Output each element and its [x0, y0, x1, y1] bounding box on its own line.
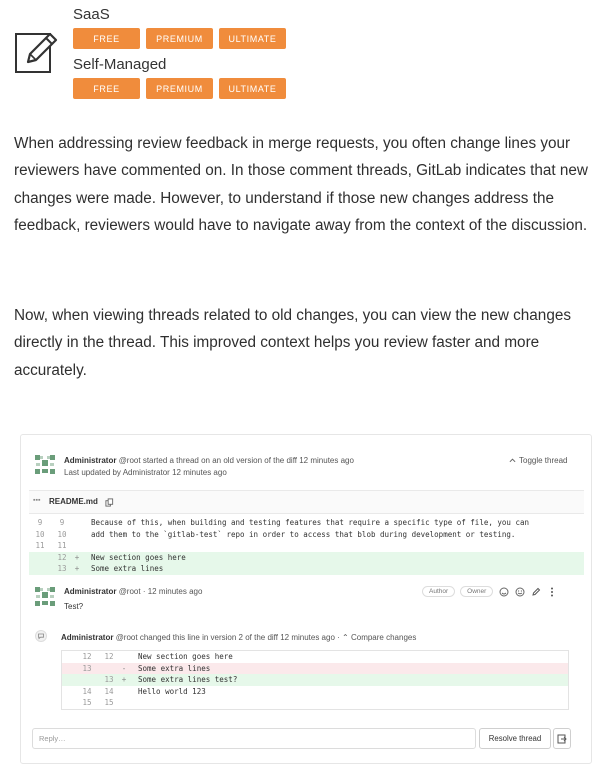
comment-time: · 12 minutes ago [142, 587, 203, 596]
diff-row: 10 10 add them to the `gitlab-test` repo i… [29, 529, 584, 541]
intro-paragraph: When addressing review feedback in merge… [14, 135, 588, 234]
emoji-icon[interactable] [514, 586, 525, 597]
file-name[interactable]: README.md [49, 497, 98, 506]
badge-ultimate[interactable]: ULTIMATE [219, 78, 286, 99]
system-note-author[interactable]: Administrator [61, 633, 113, 642]
comment-author[interactable]: Administrator [64, 587, 116, 596]
diff-code: New section goes here [91, 552, 186, 562]
diff-marker: + [74, 552, 80, 562]
thread-author[interactable]: Administrator [64, 456, 116, 465]
diff-row: 9 9 Because of this, when building and tes… [29, 517, 584, 529]
diff-code: Some extra lines [91, 564, 164, 574]
inner-diff-table: 12 12 New section goes here 13- Some extra l… [61, 650, 569, 710]
thread-screenshot: Administrator @root started a thread on … [20, 434, 592, 764]
diff-code: Hello world 123 [138, 686, 206, 696]
old-line-number[interactable]: 9 [29, 518, 51, 527]
new-line-number[interactable]: 12 [51, 553, 73, 562]
toggle-thread-label: Toggle thread [519, 456, 568, 465]
diff-marker: - [121, 663, 127, 673]
diff-code: Some extra lines test? [138, 675, 238, 685]
tier-saas: SaaS FREE PREMIUM ULTIMATE [73, 6, 286, 49]
tier-name: Self-Managed [73, 56, 167, 73]
author-badge: Author [422, 586, 456, 597]
diff-row: 13 + Some extra lines test? [62, 674, 568, 686]
compare-changes-link[interactable]: ⌃ Compare changes [342, 633, 416, 642]
file-header: ▪▪▪ README.md [29, 490, 584, 514]
old-line-number[interactable]: 12 [76, 652, 98, 661]
smile-icon[interactable] [498, 586, 509, 597]
new-line-number[interactable]: 13 [98, 675, 120, 684]
thread-started-text: started a thread on an old version of th… [142, 456, 354, 465]
diff-row: 12 12 New section goes here [62, 651, 568, 663]
tier-name: SaaS [73, 6, 110, 23]
new-line-number[interactable]: 12 [98, 652, 120, 661]
collapse-icon[interactable]: ▪▪▪ [33, 497, 40, 504]
badge-premium[interactable]: PREMIUM [146, 78, 213, 99]
owner-badge: Owner [460, 586, 494, 597]
diff-row: 13 - Some extra lines [62, 662, 568, 674]
diff-row: 15 15 [62, 697, 568, 709]
toggle-thread-button[interactable]: Toggle thread [509, 456, 567, 465]
badge-free[interactable]: FREE [73, 28, 140, 49]
diff-row: 11 11 [29, 540, 584, 552]
diff-row: 14 14 Hello world 123 [62, 686, 568, 698]
pencil-icon[interactable] [530, 586, 541, 597]
thread-updated-time: 12 minutes ago [172, 468, 227, 477]
old-line-number[interactable]: 10 [29, 530, 51, 539]
diff-marker: + [121, 675, 127, 685]
resolve-icon[interactable] [553, 728, 571, 749]
comment-icon [35, 630, 47, 642]
thread-handle[interactable]: @root [119, 456, 141, 465]
diff-table: 9 9 Because of this, when building and tes… [29, 517, 584, 575]
thread-updated-prefix: Last updated by [64, 468, 121, 477]
avatar [35, 455, 55, 474]
copy-icon[interactable] [105, 498, 114, 507]
feature-paragraph: Now, when viewing threads related to old… [14, 307, 571, 379]
new-line-number[interactable]: 15 [98, 698, 120, 707]
diff-marker: + [74, 564, 80, 574]
new-line-number[interactable]: 9 [51, 518, 73, 527]
diff-code: Because of this, when building and testi… [91, 518, 529, 528]
old-line-number[interactable]: 15 [76, 698, 98, 707]
comment-text: Test? [64, 602, 84, 611]
new-line-number[interactable]: 10 [51, 530, 73, 539]
chevron-up-icon [509, 458, 516, 463]
badge-ultimate[interactable]: ULTIMATE [219, 28, 286, 49]
old-line-number[interactable]: 14 [76, 687, 98, 696]
new-line-number[interactable]: 14 [98, 687, 120, 696]
diff-code: add them to the `gitlab-test` repo in or… [91, 529, 516, 539]
avatar [35, 587, 55, 606]
new-line-number[interactable]: 13 [51, 564, 73, 573]
comment-handle[interactable]: @root [119, 587, 141, 596]
new-line-number[interactable]: 11 [51, 541, 73, 550]
diff-row: 13 + Some extra lines [29, 563, 584, 575]
kebab-icon[interactable] [546, 586, 557, 597]
old-line-number[interactable]: 11 [29, 541, 51, 550]
diff-code: Some extra lines [138, 663, 211, 673]
badge-premium[interactable]: PREMIUM [146, 28, 213, 49]
tier-self-managed: Self-Managed FREE PREMIUM ULTIMATE [73, 56, 286, 99]
system-note-text: @root changed this line in version 2 of … [115, 633, 340, 642]
badge-free[interactable]: FREE [73, 78, 140, 99]
diff-row: 12 + New section goes here [29, 551, 584, 563]
diff-code: New section goes here [138, 652, 233, 662]
edit-pencil-icon [15, 32, 58, 73]
thread-updated-author[interactable]: Administrator [123, 468, 170, 477]
old-line-number[interactable]: 13 [76, 664, 98, 673]
resolve-thread-button[interactable]: Resolve thread [479, 728, 551, 749]
reply-input[interactable]: Reply… [32, 728, 476, 749]
